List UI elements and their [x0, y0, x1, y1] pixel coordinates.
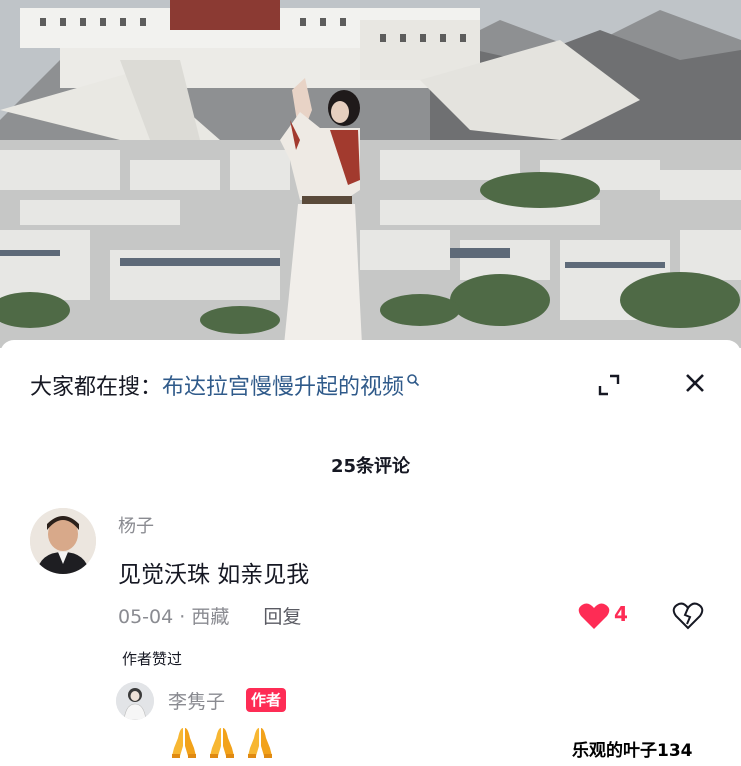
watermark: 乐观的叶子134 — [572, 741, 693, 761]
potala-palace-scene — [0, 0, 741, 348]
search-icon[interactable] — [406, 373, 420, 387]
comment-username[interactable]: 杨子 — [118, 512, 154, 538]
heart-icon[interactable] — [578, 602, 610, 630]
reply-avatar[interactable] — [116, 682, 154, 720]
pray-icon — [248, 728, 272, 758]
video-player[interactable] — [0, 0, 741, 348]
reply-avatar-image — [116, 682, 154, 720]
comment-sheet: 大家都在搜： 布达拉宫慢慢升起的视频 25条评论 杨子 见觉沃珠 如亲见我 05… — [0, 340, 741, 766]
avatar[interactable] — [30, 508, 96, 574]
comment-text: 见觉沃珠 如亲见我 — [118, 562, 310, 588]
pray-icon — [210, 728, 234, 758]
broken-heart-icon[interactable] — [672, 600, 704, 632]
like-count: 4 — [614, 602, 628, 626]
reply-button[interactable]: 回复 — [263, 602, 301, 629]
reply-username[interactable]: 李隽子 — [168, 687, 225, 714]
comment-meta: 05-04 · 西藏 回复 — [118, 602, 301, 629]
author-liked-label: 作者赞过 — [122, 650, 183, 668]
comment-count: 25条评论 — [330, 456, 411, 477]
suggested-search[interactable]: 大家都在搜： 布达拉宫慢慢升起的视频 — [30, 370, 420, 400]
search-query-link[interactable]: 布达拉宫慢慢升起的视频 — [162, 369, 404, 401]
reply-emoji-text — [166, 724, 278, 760]
author-badge: 作者 — [246, 688, 287, 712]
close-icon[interactable] — [682, 370, 708, 396]
pray-icon — [172, 728, 196, 758]
expand-icon[interactable] — [596, 372, 622, 398]
comment-date-location: 05-04 · 西藏 — [118, 606, 230, 628]
search-prefix: 大家都在搜： — [30, 375, 163, 400]
avatar-image — [30, 508, 96, 574]
